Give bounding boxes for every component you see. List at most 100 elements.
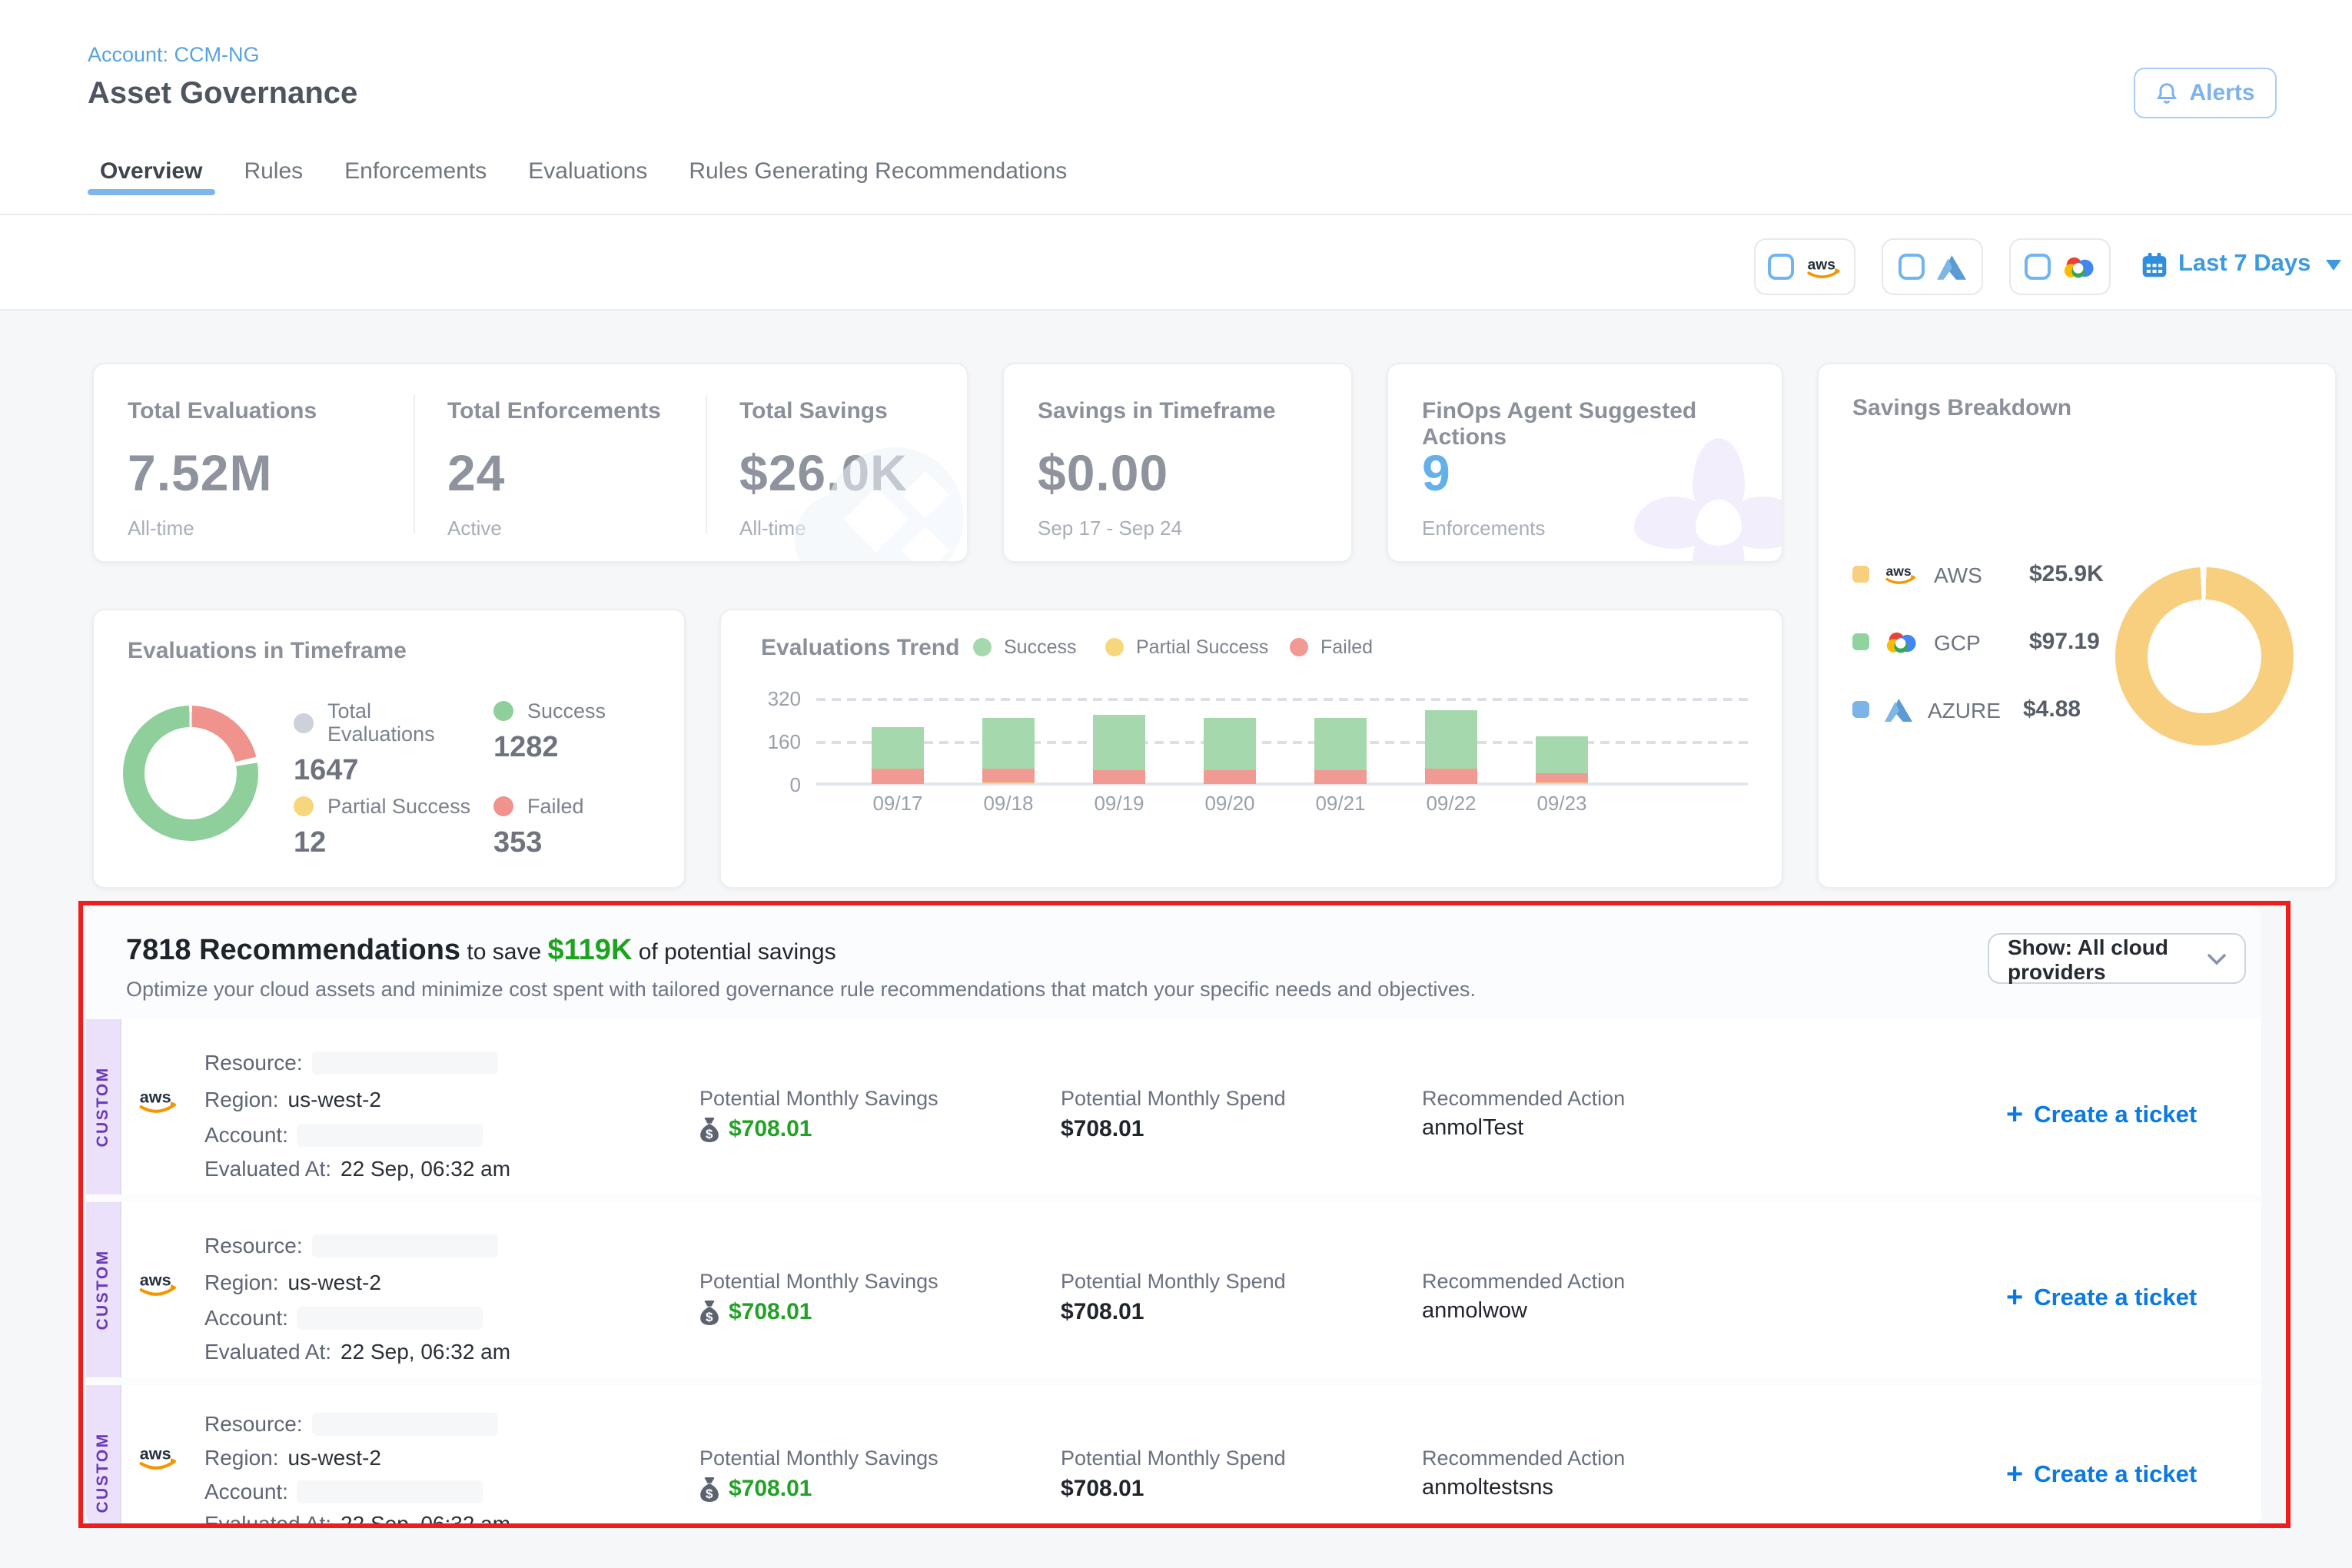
spend-value: $708.01: [1061, 1116, 1144, 1142]
yellow-dot-icon: [1105, 638, 1124, 656]
tab-rules[interactable]: Rules: [244, 158, 303, 215]
recommendations-subtitle: Optimize your cloud assets and minimize …: [126, 978, 1476, 1001]
chevron-down-icon: [2207, 952, 2226, 965]
svg-text:aws: aws: [140, 1271, 171, 1290]
plus-icon: +: [2006, 1459, 2023, 1493]
money-bag-icon: $: [699, 1477, 719, 1501]
filter-provider-azure[interactable]: [1882, 238, 1983, 295]
create-ticket-link[interactable]: +Create a ticket: [2006, 1459, 2197, 1493]
green-dot-icon: [493, 701, 513, 721]
evaluations-trend-card: Evaluations Trend Success Partial Succes…: [719, 609, 1783, 889]
legend-partial-success: Partial Success 12: [294, 795, 475, 861]
redacted-resource-value: [312, 1051, 498, 1074]
filter-provider-aws[interactable]: aws: [1754, 238, 1855, 295]
svg-text:aws: aws: [140, 1088, 171, 1107]
savings-value: $ $708.01: [699, 1299, 812, 1325]
filter-provider-gcp[interactable]: [2009, 238, 2111, 295]
azure-icon: [1885, 697, 1912, 722]
aws-icon: aws: [138, 1087, 180, 1115]
tab-enforcements[interactable]: Enforcements: [344, 158, 487, 215]
breakdown-row-azure: AZURE $4.88: [1852, 696, 2081, 723]
svg-text:$: $: [706, 1486, 713, 1500]
savings-watermark-icon: [795, 432, 968, 563]
y-tick-160: 160: [761, 730, 801, 753]
redacted-account-value: [297, 1480, 483, 1503]
evaluated-line: Evaluated At:22 Sep, 06:32 am: [204, 1339, 510, 1364]
aws-icon: aws: [138, 1270, 180, 1297]
azure-icon: [1937, 254, 1966, 279]
savings-column-label: Potential Monthly Savings: [699, 1447, 938, 1470]
spend-column-label: Potential Monthly Spend: [1061, 1447, 1286, 1470]
green-dot-icon: [973, 638, 992, 656]
action-column-label: Recommended Action: [1422, 1447, 1625, 1470]
custom-badge: CUSTOM: [86, 1019, 121, 1194]
svg-text:$: $: [706, 1126, 713, 1141]
aws-icon: aws: [1885, 563, 1918, 586]
money-bag-icon: $: [699, 1117, 719, 1141]
savings-breakdown-donut: [2115, 567, 2294, 746]
trend-bars: [816, 679, 1748, 784]
savings-breakdown-card: Savings Breakdown aws AWS $25.9K: [1817, 363, 2337, 889]
create-ticket-link[interactable]: +Create a ticket: [2006, 1099, 2197, 1133]
legend-failed: Failed 353: [493, 795, 663, 861]
region-line: Region:us-west-2: [204, 1087, 381, 1111]
top-bar: Account: CCM-NG Asset Governance Alerts …: [0, 0, 2352, 311]
y-tick-320: 320: [761, 687, 801, 710]
azure-swatch: [1852, 701, 1869, 718]
red-dot-icon: [493, 796, 513, 816]
alerts-button[interactable]: Alerts: [2134, 68, 2277, 118]
spend-column-label: Potential Monthly Spend: [1061, 1270, 1286, 1293]
redacted-resource-value: [312, 1412, 498, 1435]
create-ticket-link[interactable]: +Create a ticket: [2006, 1282, 2197, 1316]
stat-total-evaluations: Total Evaluations 7.52M All-time: [128, 364, 389, 563]
divider: [706, 395, 707, 533]
cloud-provider-filter-dropdown[interactable]: Show: All cloud providers: [1988, 933, 2246, 984]
gcp-swatch: [1852, 633, 1869, 650]
aws-swatch: [1852, 566, 1869, 583]
tabs-divider: [0, 214, 2352, 215]
evaluations-donut: [123, 706, 258, 841]
tab-rules-generating-recommendations[interactable]: Rules Generating Recommendations: [689, 158, 1067, 215]
redacted-account-value: [297, 1306, 483, 1329]
custom-badge: CUSTOM: [86, 1202, 121, 1377]
aws-checkbox[interactable]: [1767, 254, 1793, 280]
spend-value: $708.01: [1061, 1476, 1144, 1502]
date-range-picker[interactable]: Last 7 Days: [2141, 251, 2341, 278]
svg-text:$: $: [706, 1309, 713, 1324]
savings-breakdown-title: Savings Breakdown: [1852, 395, 2071, 421]
evaluations-timeframe-card: Evaluations in Timeframe Total Evaluatio…: [92, 609, 686, 889]
region-line: Region:us-west-2: [204, 1445, 381, 1470]
legend-success: Success 1282: [493, 699, 663, 766]
trend-legend-failed: Failed: [1290, 636, 1373, 658]
svg-text:aws: aws: [140, 1444, 171, 1463]
gcp-icon: [2063, 254, 2095, 279]
savings-value: $ $708.01: [699, 1476, 812, 1502]
resource-line: Resource:: [204, 1233, 498, 1257]
gcp-icon: [1885, 630, 1918, 654]
svg-text:aws: aws: [1807, 256, 1835, 272]
tab-evaluations[interactable]: Evaluations: [528, 158, 647, 215]
x-axis-labels: 09/17 09/18 09/19 09/20 09/21 09/22 09/2…: [721, 792, 1783, 822]
aws-icon: aws: [1806, 254, 1842, 279]
gcp-checkbox[interactable]: [2025, 254, 2051, 280]
action-column-label: Recommended Action: [1422, 1270, 1625, 1293]
spend-column-label: Potential Monthly Spend: [1061, 1087, 1286, 1110]
redacted-account-value: [297, 1123, 483, 1146]
account-line: Account:: [204, 1479, 483, 1503]
recommendations-panel: 7818 Recommendations to save $119K of po…: [86, 905, 2261, 1526]
azure-checkbox[interactable]: [1899, 254, 1925, 280]
breakdown-row-gcp: GCP $97.19: [1852, 629, 2100, 655]
recommendations-title: 7818 Recommendations to save $119K of po…: [126, 935, 836, 968]
aws-icon: aws: [138, 1443, 180, 1471]
stat-savings-timeframe: Savings in Timeframe $0.00 Sep 17 - Sep …: [1038, 364, 1330, 563]
calendar-icon: [2141, 251, 2168, 277]
savings-in-timeframe-card: Savings in Timeframe $0.00 Sep 17 - Sep …: [1002, 363, 1353, 563]
action-column-label: Recommended Action: [1422, 1087, 1625, 1110]
account-breadcrumb[interactable]: Account: CCM-NG: [88, 43, 260, 66]
bell-icon: [2155, 81, 2178, 105]
account-line: Account:: [204, 1305, 483, 1330]
tab-overview[interactable]: Overview: [100, 158, 202, 215]
svg-text:aws: aws: [1885, 563, 1911, 579]
savings-column-label: Potential Monthly Savings: [699, 1087, 938, 1110]
savings-value: $ $708.01: [699, 1116, 812, 1142]
